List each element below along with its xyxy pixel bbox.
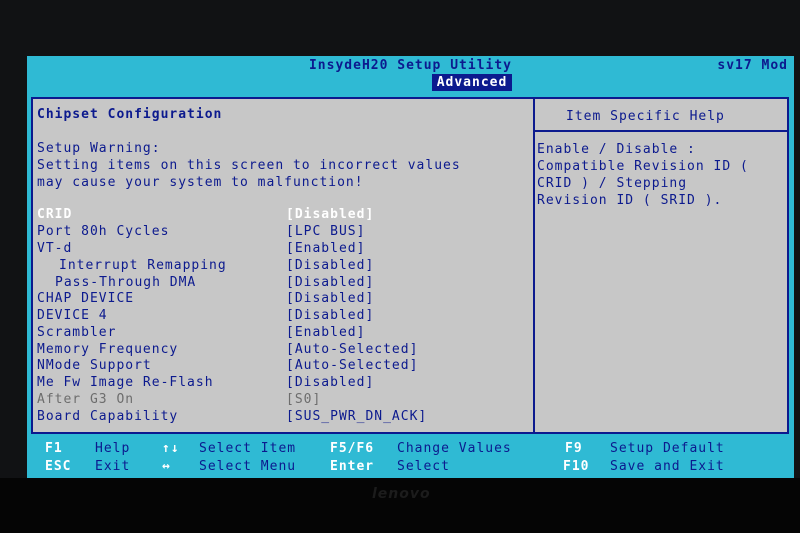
setting-vt-d-value[interactable]: [Enabled]: [286, 241, 365, 257]
f9-key: F9: [565, 441, 583, 456]
esc-key: ESC: [45, 459, 72, 474]
help-line-3: CRID ) / Stepping: [537, 176, 688, 191]
model-name: sv17 Mod: [717, 58, 788, 73]
f5f6-key: F5/F6: [330, 441, 375, 456]
warning-line-1: Setting items on this screen to incorrec…: [37, 158, 461, 173]
setting-nmode-support-value[interactable]: [Auto-Selected]: [286, 358, 418, 374]
f1-desc: Help: [95, 441, 131, 456]
f9-desc: Setup Default: [610, 441, 725, 456]
help-line-2: Compatible Revision ID (: [537, 159, 749, 174]
setting-interrupt-remapping[interactable]: Interrupt Remapping: [59, 258, 227, 274]
setting-device-4-value[interactable]: [Disabled]: [286, 308, 374, 324]
setting-pass-through-dma[interactable]: Pass-Through DMA: [55, 275, 196, 291]
enter-key: Enter: [330, 459, 375, 474]
f10-desc: Save and Exit: [610, 459, 725, 474]
warning-line-2: may cause your system to malfunction!: [37, 175, 364, 190]
bios-screen: InsydeH20 Setup Utility sv17 Mod Advance…: [27, 56, 794, 478]
f5f6-desc: Change Values: [397, 441, 512, 456]
f10-key: F10: [563, 459, 590, 474]
setting-chap-device[interactable]: CHAP DEVICE: [37, 291, 134, 307]
setting-crid[interactable]: CRID: [37, 207, 72, 223]
tab-divider: [27, 91, 794, 93]
help-line-4: Revision ID ( SRID ).: [537, 193, 723, 208]
main-panel: Chipset Configuration Setup Warning: Set…: [31, 97, 789, 478]
setting-device-4[interactable]: DEVICE 4: [37, 308, 108, 324]
help-heading: Item Specific Help: [566, 109, 725, 124]
setting-pass-through-dma-value[interactable]: [Disabled]: [286, 275, 374, 291]
panel-heading: Chipset Configuration: [37, 107, 223, 122]
setting-after-g3-on: After G3 On: [37, 392, 135, 407]
brand-logo: lenovo: [372, 486, 431, 502]
app-title: InsydeH20 Setup Utility: [308, 58, 512, 73]
enter-desc: Select: [397, 459, 450, 474]
setting-board-capability-value[interactable]: [SUS_PWR_DN_ACK]: [286, 409, 427, 425]
setting-scrambler[interactable]: Scrambler: [37, 325, 116, 341]
setting-port-80h[interactable]: Port 80h Cycles: [37, 224, 169, 240]
setting-memory-frequency[interactable]: Memory Frequency: [37, 342, 178, 358]
title-bar: InsydeH20 Setup Utility sv17 Mod: [27, 56, 794, 74]
setting-crid-value[interactable]: [Disabled]: [286, 207, 374, 223]
setting-nmode-support[interactable]: NMode Support: [37, 358, 152, 374]
esc-desc: Exit: [95, 459, 131, 474]
setting-port-80h-value[interactable]: [LPC BUS]: [286, 224, 365, 240]
setting-board-capability[interactable]: Board Capability: [37, 409, 178, 425]
updown-desc: Select Item: [199, 441, 297, 456]
tab-advanced[interactable]: Advanced: [432, 74, 512, 91]
up-down-arrows-icon: ↑↓: [162, 441, 180, 456]
setting-me-fw-reflash[interactable]: Me Fw Image Re-Flash: [37, 375, 214, 391]
help-line-1: Enable / Disable :: [537, 142, 696, 157]
setting-vt-d[interactable]: VT-d: [37, 241, 72, 257]
setting-scrambler-value[interactable]: [Enabled]: [286, 325, 365, 341]
setting-after-g3-on-value: [S0]: [286, 392, 322, 407]
key-legend: F1 Help ↑↓ Select Item F5/F6 Change Valu…: [27, 437, 794, 478]
setting-me-fw-reflash-value[interactable]: [Disabled]: [286, 375, 374, 391]
warning-title: Setup Warning:: [37, 141, 161, 156]
help-heading-divider: [535, 130, 789, 132]
left-right-arrow-icon: ↔: [162, 459, 171, 474]
panel-divider: [533, 99, 535, 432]
leftright-desc: Select Menu: [199, 459, 297, 474]
f1-key: F1: [45, 441, 63, 456]
setting-chap-device-value[interactable]: [Disabled]: [286, 291, 374, 307]
setting-interrupt-remapping-value[interactable]: [Disabled]: [286, 258, 374, 274]
setting-memory-frequency-value[interactable]: [Auto-Selected]: [286, 342, 418, 358]
